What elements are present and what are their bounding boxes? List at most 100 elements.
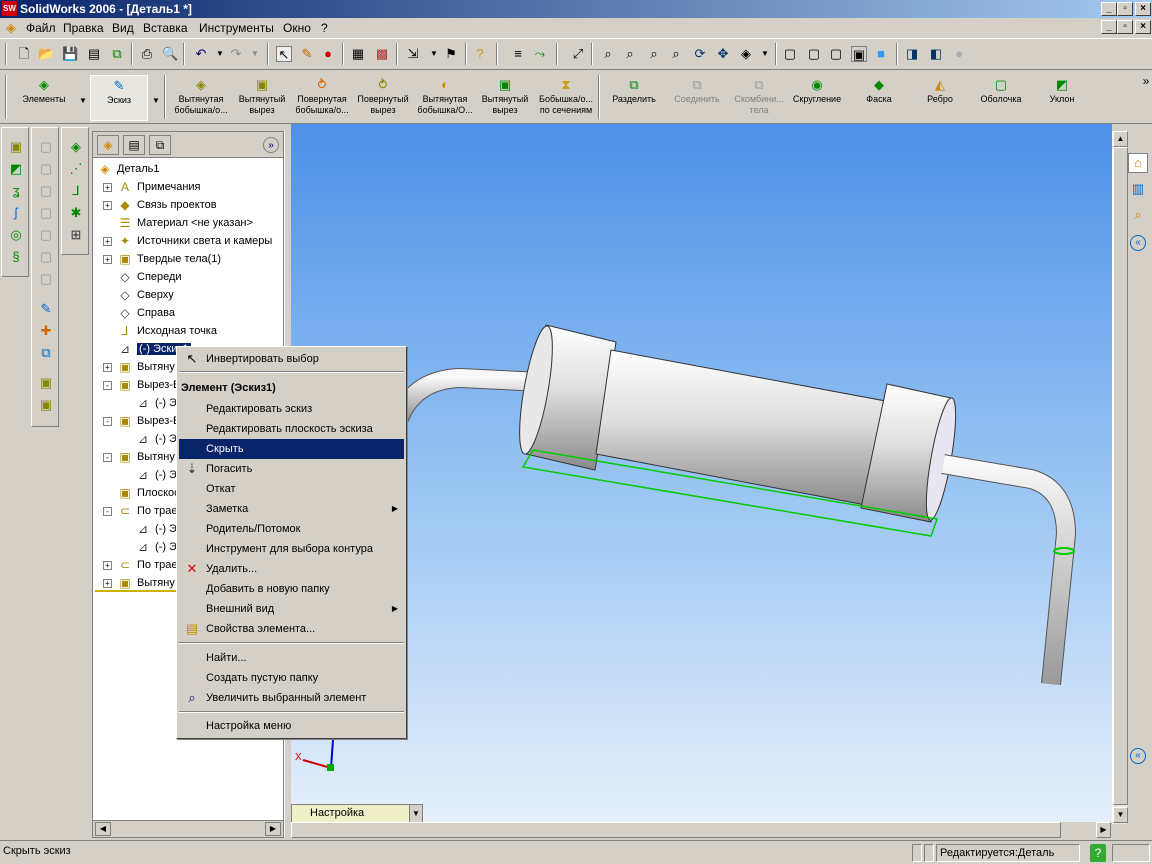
- help-status-icon[interactable]: ?: [1090, 844, 1106, 862]
- tree-expander-icon[interactable]: +: [103, 237, 112, 246]
- shaded-edges-icon[interactable]: ▣: [851, 46, 867, 62]
- home-icon[interactable]: ⌂: [1128, 153, 1148, 173]
- sketch-relations-icon[interactable]: ≡: [510, 46, 526, 62]
- plane-icon[interactable]: ⚑: [443, 46, 459, 62]
- tree-item[interactable]: ⅃ Исходная точка: [117, 322, 217, 340]
- context-menu-item[interactable]: ⌕ Увеличить выбранный элемент: [179, 688, 404, 708]
- scroll-right-icon[interactable]: ▶: [1096, 822, 1111, 838]
- feature-button-5[interactable]: ▣ Вытянутый вырез: [474, 75, 536, 121]
- feature-button-8[interactable]: ⧉ Соединить: [666, 75, 728, 121]
- menu-customize[interactable]: Настройка меню: [179, 716, 404, 736]
- expand-pane-icon[interactable]: «: [1130, 748, 1146, 764]
- context-menu-item[interactable]: Заметка ▶: [179, 499, 404, 519]
- scroll-up-icon[interactable]: ▲: [1113, 131, 1128, 147]
- viewport-hscrollbar[interactable]: ▶: [291, 822, 1112, 838]
- extrude-icon[interactable]: ▣: [7, 138, 25, 156]
- tree-item[interactable]: + ▣ Твердые тела(1): [103, 250, 221, 268]
- hscroll-thumb[interactable]: [291, 822, 1061, 838]
- menu-insert[interactable]: Вставка: [143, 21, 188, 35]
- feature-button-9[interactable]: ⧉ Скомбини... тела: [728, 75, 790, 121]
- menu-invert-selection[interactable]: ↖ Инвертировать выбор: [179, 349, 404, 369]
- expand-panel-icon[interactable]: »: [263, 137, 279, 153]
- tree-item[interactable]: ◇ Справа: [117, 304, 175, 322]
- menu-view[interactable]: Вид: [112, 21, 134, 35]
- feature-button-7[interactable]: ⧉ Разделить: [603, 75, 665, 121]
- menu-help[interactable]: ?: [321, 21, 328, 35]
- tree-item[interactable]: ⊿ (-) Э: [135, 430, 177, 448]
- feature-button-0[interactable]: ◈ Вытянутая бобышка/о...: [170, 75, 232, 121]
- box6-icon[interactable]: ▢: [37, 248, 55, 266]
- scroll-left-icon[interactable]: ◀: [95, 822, 111, 836]
- realview-icon[interactable]: ●: [951, 46, 967, 62]
- tree-item[interactable]: ▣ Плоскос: [117, 484, 179, 502]
- tree-root[interactable]: ◈ Деталь1: [97, 160, 159, 178]
- evaluate-icon[interactable]: ⤳: [532, 46, 548, 62]
- document-icon[interactable]: ◈: [3, 20, 19, 36]
- dimension-dropdown-icon[interactable]: ▼: [426, 46, 442, 62]
- tree-expander-icon[interactable]: -: [103, 507, 112, 516]
- redo-icon[interactable]: ↷: [228, 46, 244, 62]
- grid-icon[interactable]: ▦: [350, 46, 366, 62]
- search-library-icon[interactable]: ⌕: [1128, 206, 1148, 226]
- menu-tools[interactable]: Инструменты: [199, 21, 274, 35]
- rebuild-icon[interactable]: ✎: [299, 46, 315, 62]
- graphics-viewport[interactable]: X Настройка ▼: [291, 124, 1112, 824]
- zoom-area-icon[interactable]: ⌕: [622, 46, 638, 62]
- feature-button-12[interactable]: ◭ Ребро: [909, 75, 971, 121]
- context-menu-item[interactable]: Внешний вид ▶: [179, 599, 404, 619]
- box2-icon[interactable]: ▢: [37, 160, 55, 178]
- context-menu-item[interactable]: ⇣ Погасить: [179, 459, 404, 479]
- close-button[interactable]: ×: [1135, 2, 1151, 16]
- tree-item[interactable]: - ▣ Вырез-В: [103, 412, 180, 430]
- tree-item[interactable]: ◇ Сверху: [117, 286, 173, 304]
- toolbar-more-icon[interactable]: »: [1138, 73, 1152, 89]
- tree-item[interactable]: ◇ Спереди: [117, 268, 181, 286]
- tree-item[interactable]: - ⊂ По трае: [103, 502, 177, 520]
- scroll-thumb[interactable]: [1113, 147, 1128, 805]
- context-menu-item[interactable]: ✕ Удалить...: [179, 559, 404, 579]
- library-icon[interactable]: ▥: [1128, 180, 1148, 200]
- feature-button-1[interactable]: ▣ Вытянутый вырез: [231, 75, 293, 121]
- print-icon[interactable]: ⎙: [139, 46, 155, 62]
- feature-button-4[interactable]: ◐ Вытянутая бобышка/О...: [414, 75, 476, 121]
- tree-item[interactable]: - ▣ Вырез-В: [103, 376, 180, 394]
- box-icon[interactable]: ▢: [37, 138, 55, 156]
- axis-icon[interactable]: ⋰: [67, 160, 85, 178]
- feature-button-10[interactable]: ◉ Скругление: [786, 75, 848, 121]
- dropdown-arrow-icon[interactable]: ▼: [409, 805, 422, 822]
- zoom-fit-icon[interactable]: ⌕: [600, 46, 616, 62]
- redo-dropdown-icon[interactable]: ▼: [247, 46, 263, 62]
- context-menu-item[interactable]: Редактировать эскиз: [179, 399, 404, 419]
- tree-item[interactable]: ⊿ (-) Э: [135, 394, 177, 412]
- tree-expander-icon[interactable]: +: [103, 183, 112, 192]
- feature-button-14[interactable]: ◩ Уклон: [1031, 75, 1093, 121]
- traffic-light-icon[interactable]: ●: [320, 46, 336, 62]
- context-menu-item[interactable]: ▤ Свойства элемента...: [179, 619, 404, 639]
- minimize-button[interactable]: _: [1101, 2, 1117, 16]
- tree-item[interactable]: ☰ Материал <не указан>: [117, 214, 253, 232]
- tree-scrollbar[interactable]: ◀ ▶: [93, 820, 283, 837]
- doc-restore-button[interactable]: ▫: [1117, 20, 1133, 34]
- make-drawing-icon[interactable]: ▤: [86, 46, 102, 62]
- tree-item[interactable]: + ◆ Связь проектов: [103, 196, 217, 214]
- spline-icon[interactable]: ʃ: [7, 204, 25, 222]
- tree-expander-icon[interactable]: +: [103, 255, 112, 264]
- surface-icon[interactable]: ◩: [7, 160, 25, 178]
- pan-icon[interactable]: ✥: [715, 46, 731, 62]
- move-icon[interactable]: ⧉: [37, 344, 55, 362]
- scroll-right-icon[interactable]: ▶: [265, 822, 281, 836]
- select-icon[interactable]: ↖: [276, 46, 292, 62]
- point-icon[interactable]: ✚: [37, 322, 55, 340]
- tree-expander-icon[interactable]: +: [103, 363, 112, 372]
- tree-item[interactable]: + ⊂ По трае: [103, 556, 177, 574]
- help-icon[interactable]: ?: [472, 46, 488, 62]
- context-menu-item[interactable]: Инструмент для выбора контура: [179, 539, 404, 559]
- feature-button-2[interactable]: ⥁ Повернутая бобышка/о...: [291, 75, 353, 121]
- tree-item[interactable]: ⊿ (-) Э: [135, 538, 177, 556]
- tree-item[interactable]: - ▣ Вытяну: [103, 448, 175, 466]
- loft-surface-icon[interactable]: ◎: [7, 226, 25, 244]
- hidden-lines-visible-icon[interactable]: ▢: [806, 46, 822, 62]
- dimension-icon[interactable]: ⇲: [405, 46, 421, 62]
- context-menu-item[interactable]: Родитель/Потомок: [179, 519, 404, 539]
- tab-configuration-manager[interactable]: ⧉: [149, 135, 171, 155]
